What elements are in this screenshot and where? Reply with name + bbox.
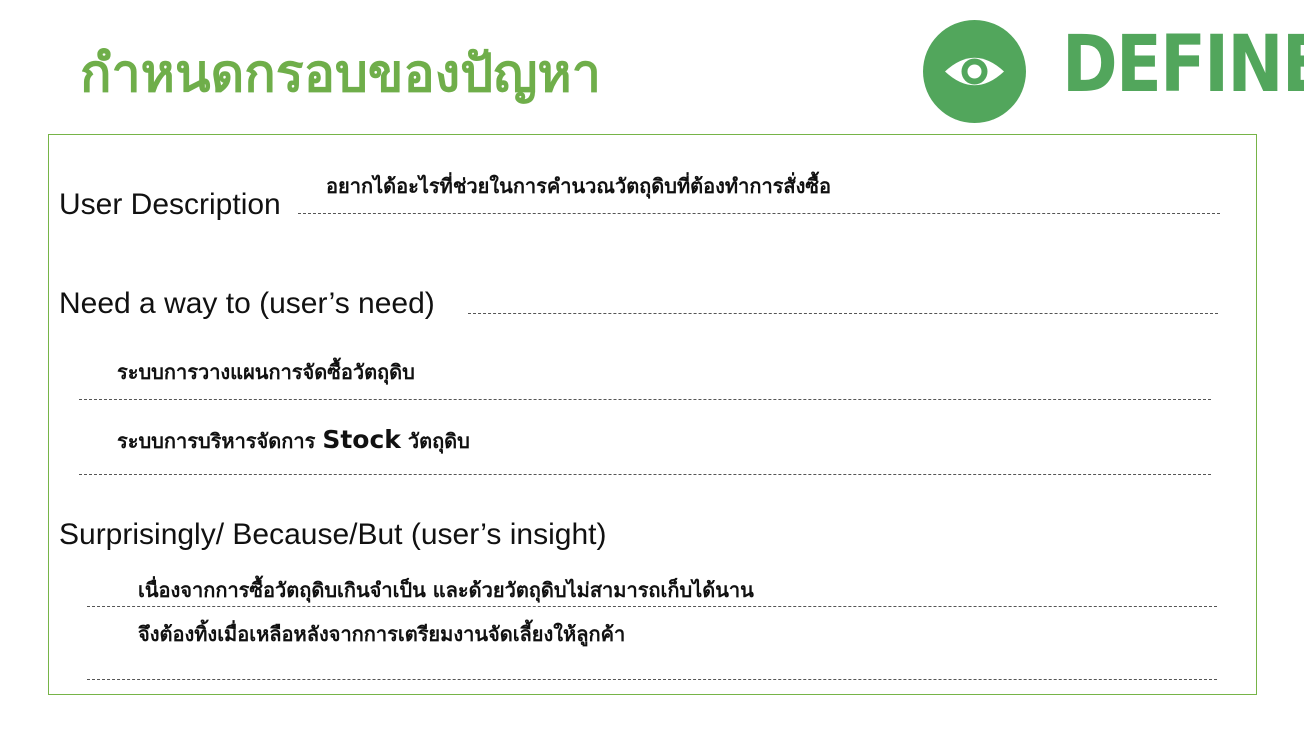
need-heading: Need a way to (user’s need) (59, 287, 435, 320)
need-item-2-highlight: Stock (322, 425, 401, 454)
need-item-2-prefix: ระบบการบริหารจัดการ (117, 429, 323, 453)
insight-line-2: จึงต้องทิ้งเมื่อเหลือหลังจากการเตรียมงาน… (138, 622, 626, 646)
page-title: กำหนดกรอบของปัญหา (80, 44, 601, 104)
define-label: DEFINE (1062, 20, 1304, 110)
need-heading-line (468, 313, 1218, 314)
need-item-2-line (79, 474, 1211, 475)
user-description-answer: อยากได้อะไรที่ช่วยในการคำนวณวัตถุดิบที่ต… (326, 174, 831, 198)
insight-line-1-rule (87, 606, 1217, 607)
define-badge-circle (923, 20, 1026, 123)
user-description-heading: User Description (59, 188, 281, 221)
need-item-1-line (79, 399, 1211, 400)
insight-line-2-rule (87, 679, 1217, 680)
need-item-1: ระบบการวางแผนการจัดซื้อวัตถุดิบ (117, 360, 415, 384)
insight-heading: Surprisingly/ Because/But (user’s insigh… (59, 518, 607, 551)
eye-icon (945, 57, 1004, 86)
user-description-line (298, 213, 1220, 214)
insight-line-1: เนื่องจากการซื้อวัตถุดิบเกินจำเป็น และด้… (138, 578, 754, 602)
need-item-2: ระบบการบริหารจัดการ Stock วัตถุดิบ (117, 427, 470, 452)
need-item-2-suffix: วัตถุดิบ (400, 429, 470, 453)
